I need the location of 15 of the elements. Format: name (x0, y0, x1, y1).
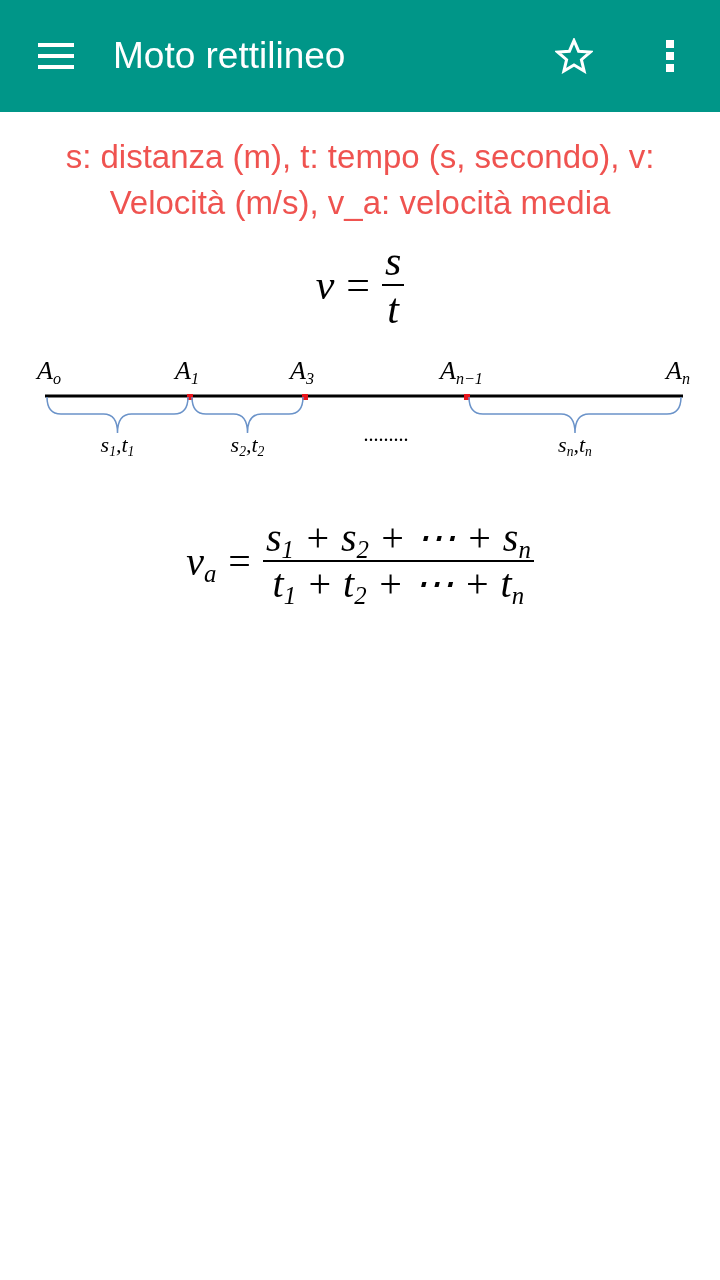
formula: v$_{a}$ = s$_{1}$ + s$_{2}$ + ⋯ + s$_{n}$ t$_{1}$ + t$_{2}$ + ⋯ + t$_{n}$ (186, 516, 534, 607)
point-label: A$_{3}$ (290, 358, 314, 385)
segment-label: s$_{1}$,t$_{1}$ (100, 434, 135, 457)
segment-label: s$_{2}$,t$_{2}$ (230, 434, 265, 457)
app-title: Moto rettilineo (113, 35, 347, 77)
point-label: A$_{1}$ (175, 358, 199, 385)
segment-label: s$_{n}$,t$_{n}$ (558, 434, 592, 457)
star-icon[interactable] (555, 38, 593, 74)
point-label: A$_{n−1}$ (440, 358, 483, 385)
menu-icon[interactable] (38, 43, 74, 69)
more-options-icon[interactable] (666, 40, 674, 72)
point-label: A$_{o}$ (37, 358, 61, 385)
point-label: A$_{n}$ (666, 358, 690, 385)
legend-text: s: distanza (m), t: tempo (s, secondo), v: Velocità (m/s), v_a: velocità media (64, 137, 656, 223)
ellipsis-text: ......... (363, 424, 409, 445)
